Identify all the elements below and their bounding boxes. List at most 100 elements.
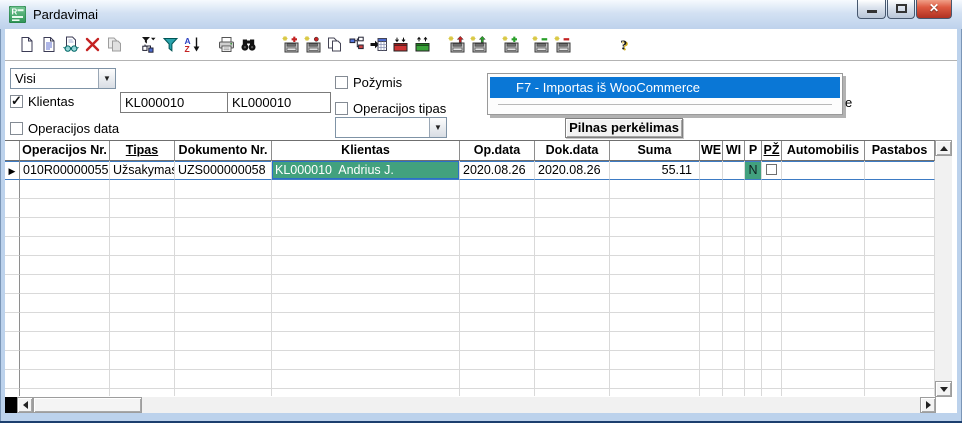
col-header-wi[interactable]: WI: [723, 141, 745, 161]
col-header-op_nr[interactable]: Operacijos Nr.: [20, 141, 110, 161]
col-header-pastabos[interactable]: Pastabos: [865, 141, 935, 161]
klientas-checkbox[interactable]: ✓: [10, 95, 23, 108]
cell-pz[interactable]: [762, 161, 782, 180]
table-row[interactable]: ▶010R00000055UžsakymasUZS000000058KL0000…: [5, 161, 935, 180]
pozymis-checkbox[interactable]: [335, 76, 348, 89]
col-header-suma[interactable]: Suma: [610, 141, 700, 161]
scroll-up-button[interactable]: [935, 140, 952, 156]
cell-suma[interactable]: 55.11: [610, 161, 700, 180]
empty-cell: [865, 351, 935, 370]
edit-document-icon[interactable]: [40, 36, 57, 53]
filter-define-icon[interactable]: [140, 36, 157, 53]
scroll-down-button[interactable]: [935, 381, 952, 397]
new-document-icon[interactable]: [18, 36, 35, 53]
cell-dok_data[interactable]: 2020.08.26: [535, 161, 610, 180]
sort-az-icon[interactable]: AZ: [184, 36, 201, 53]
minimize-button[interactable]: [857, 0, 886, 19]
operacijos-data-checkbox[interactable]: [10, 122, 23, 135]
disk-up-red-icon[interactable]: [448, 36, 465, 53]
klientas-to-input[interactable]: [227, 92, 331, 113]
cell-wi[interactable]: [723, 161, 745, 180]
table-empty-row: [5, 370, 935, 389]
empty-cell: [5, 313, 20, 332]
splitter-box[interactable]: [5, 397, 17, 413]
client-area: AZ?? Visi ▼ ✓ Klientas Operacijos data P…: [5, 29, 957, 413]
empty-cell: [175, 180, 272, 199]
disk-up-green-icon[interactable]: [470, 36, 487, 53]
col-header-we[interactable]: WE: [700, 141, 723, 161]
col-header-klientas[interactable]: Klientas: [272, 141, 460, 161]
copy-pages-icon[interactable]: [326, 36, 343, 53]
cell-we[interactable]: [700, 161, 723, 180]
pz-cell-checkbox[interactable]: [766, 164, 777, 175]
svg-text:R: R: [12, 8, 18, 17]
menu-separator: [498, 104, 832, 105]
table-empty-row: [5, 256, 935, 275]
close-button[interactable]: ✕: [916, 0, 952, 19]
scroll-left-button[interactable]: [17, 397, 33, 413]
disk-plus-red-icon[interactable]: [282, 36, 299, 53]
empty-cell: [20, 351, 110, 370]
empty-cell: [762, 237, 782, 256]
table-empty-row: [5, 218, 935, 237]
help-icon[interactable]: ??: [616, 36, 633, 53]
klientas-from-input[interactable]: [120, 92, 232, 113]
filter-scope-select[interactable]: Visi ▼: [10, 68, 116, 89]
crate-green-icon[interactable]: [414, 36, 431, 53]
col-header-automobilis[interactable]: Automobilis: [782, 141, 865, 161]
col-header-tipas[interactable]: Tipas: [110, 141, 175, 161]
org-chart-icon[interactable]: [348, 36, 365, 53]
menu-item-f7-importas-woocommerce[interactable]: F7 - Importas iš WooCommerce: [490, 77, 840, 98]
col-header-p[interactable]: P: [745, 141, 762, 161]
checkmark-icon: ✓: [11, 93, 22, 108]
disk-minus-green-icon[interactable]: [532, 36, 549, 53]
cell-p[interactable]: N: [745, 161, 762, 180]
cell-tipas[interactable]: Užsakymas: [110, 161, 175, 180]
scroll-right-button[interactable]: [920, 397, 936, 413]
row-selector-cell[interactable]: ▶: [5, 161, 20, 180]
col-header-pz[interactable]: PŽ: [762, 141, 782, 161]
delete-icon[interactable]: [84, 36, 101, 53]
cell-klientas[interactable]: KL000010 Andrius J.: [272, 161, 460, 180]
view-document-icon[interactable]: [62, 36, 79, 53]
empty-cell: [460, 313, 535, 332]
col-header-op_data[interactable]: Op.data: [460, 141, 535, 161]
titlebar[interactable]: R Pardavimai ✕: [0, 0, 962, 29]
empty-cell: [762, 332, 782, 351]
cell-op_data[interactable]: 2020.08.26: [460, 161, 535, 180]
empty-cell: [700, 218, 723, 237]
col-header-dok_data[interactable]: Dok.data: [535, 141, 610, 161]
filter-icon[interactable]: [162, 36, 179, 53]
cell-automobilis[interactable]: [782, 161, 865, 180]
empty-cell: [535, 370, 610, 389]
empty-cell: [745, 237, 762, 256]
cell-op_nr[interactable]: 010R00000055: [20, 161, 110, 180]
insert-table-icon[interactable]: [370, 36, 387, 53]
disk-minus-red-icon[interactable]: [554, 36, 571, 53]
pilnas-perkelimas-button[interactable]: Pilnas perkėlimas: [565, 118, 683, 138]
cell-pastabos[interactable]: [865, 161, 935, 180]
operacijos-tipas-select[interactable]: ▼: [335, 117, 447, 138]
empty-cell: [110, 275, 175, 294]
col-header-dok_nr[interactable]: Dokumento Nr.: [175, 141, 272, 161]
empty-cell: [175, 313, 272, 332]
empty-cell: [535, 389, 610, 396]
empty-cell: [5, 275, 20, 294]
dropdown-arrow-icon[interactable]: ▼: [98, 69, 115, 88]
disk-dot-red-icon[interactable]: [304, 36, 321, 53]
disk-plus-green-icon[interactable]: [502, 36, 519, 53]
crate-red-icon[interactable]: [392, 36, 409, 53]
operacijos-data-filter: Operacijos data: [10, 121, 119, 136]
operacijos-tipas-checkbox[interactable]: [335, 102, 348, 115]
find-icon[interactable]: [240, 36, 257, 53]
empty-cell: [535, 351, 610, 370]
dropdown-arrow-icon[interactable]: ▼: [429, 118, 446, 137]
print-icon[interactable]: [218, 36, 235, 53]
maximize-button[interactable]: [887, 0, 915, 19]
empty-cell: [865, 294, 935, 313]
horizontal-scrollbar[interactable]: [5, 397, 936, 413]
vertical-scrollbar[interactable]: [935, 140, 952, 397]
cell-dok_nr[interactable]: UZS000000058: [175, 161, 272, 180]
horizontal-scroll-thumb[interactable]: [33, 397, 142, 413]
empty-cell: [460, 218, 535, 237]
